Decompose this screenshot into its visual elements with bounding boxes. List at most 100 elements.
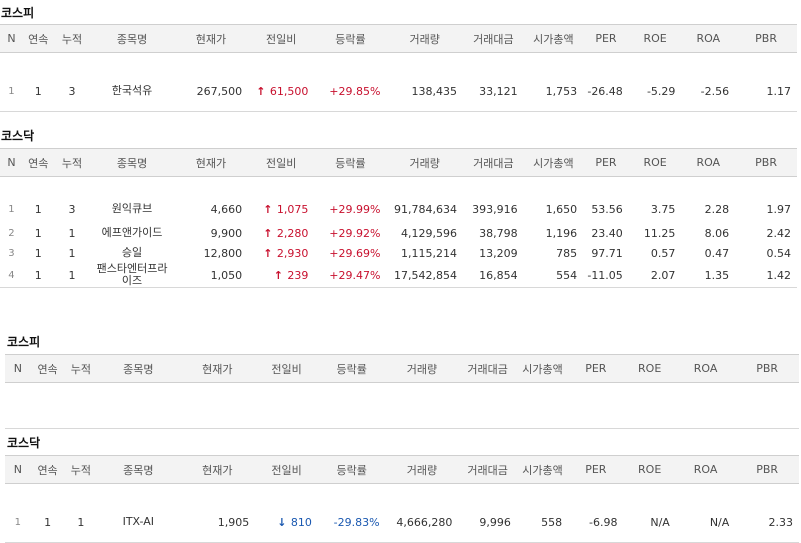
cell-n: 3 [8, 247, 15, 259]
column-header-volume[interactable]: 거래량 [385, 354, 459, 383]
column-header-amount[interactable]: 거래대금 [458, 354, 517, 383]
column-header-roe[interactable]: ROE [623, 455, 676, 484]
column-header-change[interactable]: 전일비 [255, 455, 318, 484]
arrow-up-icon: ↑ [256, 84, 266, 98]
column-header-n[interactable]: N [5, 455, 31, 484]
cell-streak: 1 [22, 71, 54, 112]
column-header-per[interactable]: PER [568, 455, 624, 484]
column-header-streak[interactable]: 연속 [22, 24, 54, 53]
column-header-roa[interactable]: ROA [675, 354, 736, 383]
header-row: N 연속 누적 종목명 현재가 전일비 등락률 거래량 거래대금 시가총액 PER ROE ROA PBR [0, 148, 797, 177]
column-header-name[interactable]: 종목명 [90, 24, 174, 53]
column-header-name[interactable]: 종목명 [90, 148, 174, 177]
column-header-roe[interactable]: ROE [628, 24, 682, 53]
cell-roe: 0.57 [650, 246, 676, 260]
stock-name-link[interactable]: 한국석유 [112, 84, 152, 97]
cell-amount: 13,209 [479, 246, 518, 260]
column-header-price[interactable]: 현재가 [179, 455, 256, 484]
column-header-amount[interactable]: 거래대금 [463, 148, 524, 177]
cell-price: 1,050 [173, 263, 249, 288]
cell-roa: -2.56 [681, 71, 736, 112]
stock-name-link[interactable]: ITX-AI [123, 515, 154, 528]
column-header-amount[interactable]: 거래대금 [458, 455, 517, 484]
table-row[interactable]: 1 1 3 원익큐브 4,660 ↑ 1,075 +29.99% 91,784,634 393,9… [0, 195, 797, 223]
cell-price: 12,800 [203, 246, 243, 260]
column-header-roa[interactable]: ROA [681, 24, 736, 53]
column-header-volume[interactable]: 거래량 [386, 148, 464, 177]
table-row[interactable]: 1 1 1 ITX-AI 1,905 ↓ 810 -29.83% 4,666,280 9,996 5… [5, 502, 799, 543]
column-header-cum[interactable]: 누적 [64, 354, 98, 383]
column-header-per[interactable]: PER [583, 148, 629, 177]
column-header-price[interactable]: 현재가 [173, 148, 249, 177]
column-header-rate[interactable]: 등락률 [314, 148, 387, 177]
column-header-rate[interactable]: 등락률 [317, 354, 386, 383]
stock-table: N 연속 누적 종목명 현재가 전일비 등락률 거래량 거래대금 시가총액 PER ROE ROA PBR… [0, 148, 797, 288]
section-title: 코스닥 [7, 436, 41, 450]
column-header-volume[interactable]: 거래량 [386, 24, 464, 53]
cell-rate: +29.69% [329, 246, 381, 260]
cell-cum: 3 [68, 202, 76, 216]
column-header-n[interactable]: N [0, 148, 23, 177]
cell-pbr: 1.97 [766, 202, 792, 216]
table-row[interactable]: 3 1 1 승일 12,800 ↑ 2,930 +29.69% 1,115,214 13,209 7… [0, 243, 797, 263]
arrow-up-icon: ↑ [263, 226, 273, 240]
column-header-pbr[interactable]: PBR [735, 24, 797, 53]
column-header-cum[interactable]: 누적 [53, 24, 91, 53]
table-row[interactable]: 2 1 1 에프앤가이드 9,900 ↑ 2,280 +29.92% 4,129,596 38,7… [0, 223, 797, 243]
column-header-amount[interactable]: 거래대금 [463, 24, 524, 53]
column-header-price[interactable]: 현재가 [173, 24, 249, 53]
column-header-streak[interactable]: 연속 [30, 354, 65, 383]
column-header-name[interactable]: 종목명 [97, 455, 180, 484]
cell-volume: 91,784,634 [394, 202, 458, 216]
column-header-cum[interactable]: 누적 [53, 148, 91, 177]
stock-name-link[interactable]: 원익큐브 [112, 202, 152, 215]
cell-pbr: 2.33 [735, 502, 799, 543]
stock-table: N 연속 누적 종목명 현재가 전일비 등락률 거래량 거래대금 시가총액 PER ROE ROA PBR… [0, 24, 797, 112]
cell-mcap: 558 [516, 502, 569, 543]
column-header-roe[interactable]: ROE [623, 354, 676, 383]
table-row[interactable]: 1 1 3 한국석유 267,500 ↑ 61,500 +29.85% 138,435 33,12… [0, 71, 797, 112]
column-header-change[interactable]: 전일비 [248, 24, 315, 53]
column-header-price[interactable]: 현재가 [179, 354, 256, 383]
cell-amount: 9,996 [458, 502, 517, 543]
column-header-change[interactable]: 전일비 [255, 354, 318, 383]
cell-pbr: 1.17 [735, 71, 797, 112]
column-header-volume[interactable]: 거래량 [385, 455, 459, 484]
column-header-mcap[interactable]: 시가총액 [523, 24, 584, 53]
table-row[interactable]: 4 1 1 팬스타엔터프라이즈 1,050 ↑ 239 +29.47% 17,542,854 16… [0, 263, 797, 288]
change-value: 2,930 [276, 246, 309, 260]
cell-roe: -5.29 [628, 71, 682, 112]
cell-n: 2 [8, 227, 15, 239]
column-header-n[interactable]: N [5, 354, 31, 383]
cell-rate: +29.85% [314, 71, 387, 112]
column-header-mcap[interactable]: 시가총액 [523, 148, 584, 177]
cell-cum: 3 [53, 71, 91, 112]
stock-name-link[interactable]: 팬스타엔터프라이즈 [96, 263, 168, 287]
column-header-mcap[interactable]: 시가총액 [516, 354, 569, 383]
column-header-pbr[interactable]: PBR [735, 148, 797, 177]
column-header-per[interactable]: PER [583, 24, 629, 53]
column-header-pbr[interactable]: PBR [735, 354, 799, 383]
stock-name-link[interactable]: 승일 [122, 246, 142, 259]
cell-name: 에프앤가이드 [90, 223, 173, 243]
cell-n: 1 [0, 71, 23, 112]
column-header-pbr[interactable]: PBR [735, 455, 799, 484]
column-header-per[interactable]: PER [568, 354, 624, 383]
column-header-rate[interactable]: 등락률 [317, 455, 386, 484]
column-header-roe[interactable]: ROE [628, 148, 682, 177]
column-header-roa[interactable]: ROA [675, 455, 736, 484]
cell-amount: 33,121 [463, 71, 524, 112]
stock-name-link[interactable]: 에프앤가이드 [102, 226, 163, 239]
column-header-change[interactable]: 전일비 [248, 148, 315, 177]
column-header-n[interactable]: N [0, 24, 23, 53]
column-header-streak[interactable]: 연속 [22, 148, 54, 177]
column-header-streak[interactable]: 연속 [30, 455, 65, 484]
column-header-roa[interactable]: ROA [681, 148, 736, 177]
column-header-rate[interactable]: 등락률 [314, 24, 387, 53]
cell-pbr: 0.54 [766, 246, 792, 260]
column-header-name[interactable]: 종목명 [97, 354, 180, 383]
column-header-mcap[interactable]: 시가총액 [516, 455, 569, 484]
cell-change: ↑ 2,930 [248, 243, 314, 263]
column-header-cum[interactable]: 누적 [64, 455, 98, 484]
cell-change: ↑ 239 [248, 263, 315, 288]
